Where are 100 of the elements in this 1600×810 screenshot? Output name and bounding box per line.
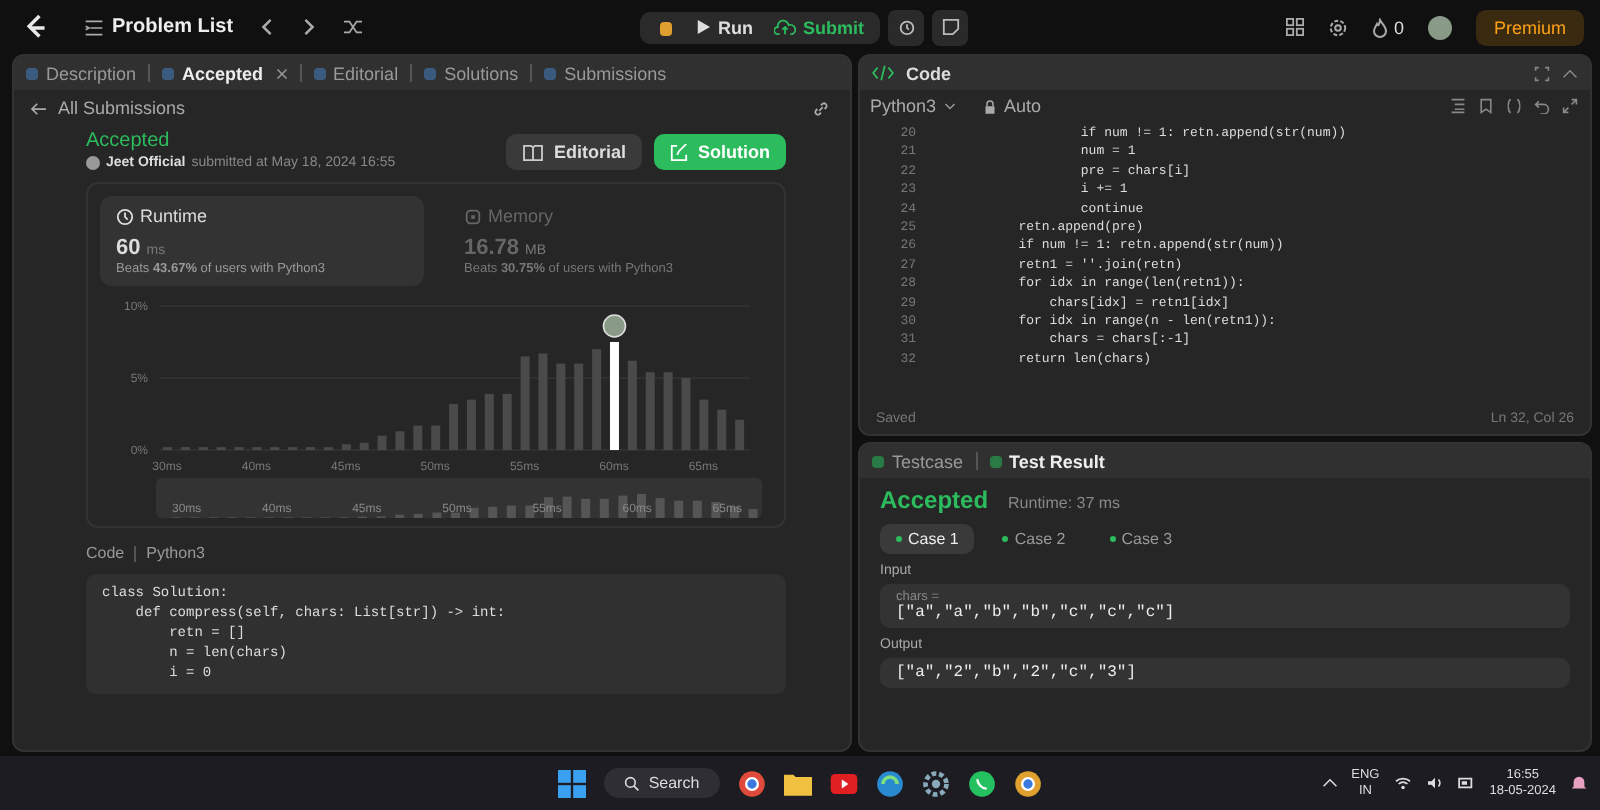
chevron-right-icon[interactable] bbox=[299, 18, 318, 36]
avatar bbox=[86, 156, 100, 170]
video-play-icon[interactable] bbox=[829, 773, 858, 793]
histogram-bar bbox=[735, 419, 745, 450]
histogram-bar bbox=[395, 431, 405, 450]
result-status: Accepted bbox=[880, 486, 989, 514]
browser-icon[interactable] bbox=[737, 769, 766, 797]
link-icon[interactable] bbox=[812, 99, 830, 117]
format-icon[interactable] bbox=[1450, 98, 1466, 114]
shuffle-icon[interactable] bbox=[341, 18, 364, 36]
arrow-left-icon bbox=[30, 101, 48, 115]
play-icon bbox=[696, 20, 710, 34]
stat-value: 16.78 bbox=[464, 236, 520, 260]
tab[interactable]: Accepted bbox=[162, 63, 264, 83]
histogram-bar bbox=[359, 442, 369, 450]
histogram-bar bbox=[556, 363, 566, 450]
book-icon bbox=[521, 143, 544, 161]
chip-icon bbox=[464, 207, 482, 225]
code-icon bbox=[872, 64, 894, 82]
run-button[interactable]: Run bbox=[696, 17, 753, 37]
case-tab[interactable]: Case 2 bbox=[986, 524, 1082, 554]
back-link[interactable]: All Submissions bbox=[30, 98, 186, 118]
input-value: ["a","a","b","b","c","c","c"] bbox=[896, 604, 1177, 622]
histogram-bar bbox=[502, 393, 512, 450]
problem-list-button[interactable]: Problem List bbox=[84, 16, 234, 38]
tab[interactable]: Solutions bbox=[424, 63, 519, 83]
grid-icon[interactable] bbox=[1285, 18, 1304, 36]
streak-count: 0 bbox=[1393, 17, 1404, 37]
language-dropdown[interactable]: Python3 bbox=[870, 96, 957, 116]
case-tab[interactable]: Case 1 bbox=[880, 524, 975, 554]
histogram-bar bbox=[538, 353, 548, 450]
search-icon bbox=[624, 775, 641, 791]
wifi-icon[interactable] bbox=[1393, 776, 1412, 790]
globe-icon[interactable] bbox=[875, 769, 904, 797]
speaker-icon[interactable] bbox=[1425, 776, 1444, 790]
auto-mode-button[interactable]: Auto bbox=[984, 96, 1042, 116]
cloud-upload-icon bbox=[773, 18, 795, 36]
tab[interactable]: Testcase bbox=[872, 451, 964, 471]
undo-icon[interactable] bbox=[1534, 98, 1550, 114]
histogram-bar bbox=[717, 409, 727, 450]
output-value: ["a","2","b","2","c","3"] bbox=[896, 664, 1139, 682]
windows-start-icon[interactable] bbox=[558, 769, 587, 797]
tab[interactable]: Editorial bbox=[313, 63, 399, 83]
battery-icon[interactable] bbox=[1457, 776, 1476, 790]
histogram-bar bbox=[645, 372, 655, 450]
histogram-bar bbox=[413, 425, 423, 450]
histogram-bar bbox=[377, 435, 387, 450]
histogram-bar bbox=[681, 378, 691, 450]
browser-icon[interactable] bbox=[1013, 769, 1042, 797]
histogram-bar bbox=[592, 349, 602, 450]
histogram-bar bbox=[431, 425, 441, 450]
edit-icon bbox=[670, 143, 688, 161]
histogram-bar bbox=[699, 399, 709, 450]
clock-icon bbox=[897, 18, 915, 36]
histogram-bar bbox=[520, 356, 530, 450]
code-label: Code bbox=[86, 544, 125, 562]
tab[interactable]: Submissions bbox=[544, 63, 667, 83]
close-icon[interactable] bbox=[275, 67, 288, 79]
taskbar-search[interactable]: Search bbox=[604, 768, 720, 798]
editorial-button[interactable]: Editorial bbox=[505, 134, 642, 170]
avatar bbox=[602, 314, 627, 338]
case-tab[interactable]: Case 3 bbox=[1093, 524, 1189, 554]
tab[interactable]: Description bbox=[26, 63, 137, 83]
histogram-bar bbox=[574, 363, 584, 450]
bell-icon[interactable] bbox=[1570, 774, 1588, 792]
expand-icon[interactable] bbox=[1562, 98, 1578, 114]
histogram-bar bbox=[484, 393, 494, 450]
bookmark-icon[interactable] bbox=[1478, 98, 1494, 114]
debug-icon[interactable] bbox=[656, 17, 676, 37]
histogram-bar bbox=[449, 403, 459, 450]
settings-icon[interactable] bbox=[921, 769, 950, 797]
histogram-bar bbox=[627, 360, 637, 450]
settings-icon[interactable] bbox=[1327, 17, 1348, 37]
list-icon bbox=[84, 17, 104, 37]
lock-icon bbox=[984, 99, 997, 113]
logo-icon[interactable] bbox=[24, 13, 48, 41]
chevron-down-icon bbox=[944, 101, 957, 111]
braces-icon[interactable] bbox=[1506, 98, 1522, 114]
stat-value: 60 bbox=[116, 236, 141, 260]
clock-icon bbox=[116, 207, 134, 225]
chat-icon[interactable] bbox=[967, 769, 996, 797]
histogram-bar bbox=[341, 444, 351, 450]
stat-title: Memory bbox=[488, 206, 554, 226]
chevron-left-icon[interactable] bbox=[257, 18, 276, 36]
avatar[interactable] bbox=[1427, 15, 1452, 39]
premium-button[interactable]: Premium bbox=[1475, 9, 1584, 45]
folder-icon[interactable] bbox=[783, 771, 812, 795]
submit-button[interactable]: Submit bbox=[773, 17, 864, 37]
note-button[interactable] bbox=[932, 9, 968, 45]
chevron-up-icon[interactable] bbox=[1321, 778, 1338, 788]
stat-title: Runtime bbox=[140, 206, 208, 226]
histogram-bar bbox=[466, 399, 476, 450]
tab[interactable]: Test Result bbox=[989, 451, 1105, 471]
histogram-bar[interactable] bbox=[609, 342, 619, 450]
status-text: Accepted bbox=[86, 130, 172, 152]
flame-icon[interactable] bbox=[1371, 17, 1388, 37]
maximize-icon[interactable] bbox=[1534, 65, 1550, 81]
alarm-button[interactable] bbox=[888, 9, 924, 45]
runtime-text: Runtime: 37 ms bbox=[1008, 494, 1121, 512]
histogram-bar bbox=[663, 372, 673, 450]
